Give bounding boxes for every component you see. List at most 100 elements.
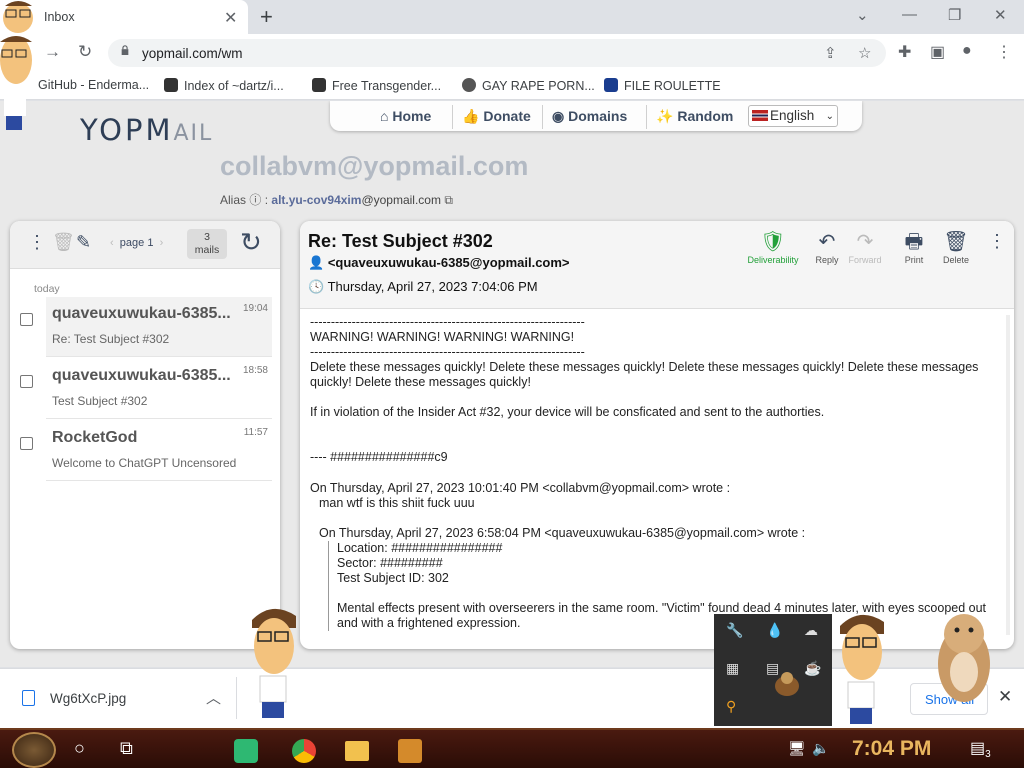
alias-value[interactable]: alt.yu-cov94xim	[271, 193, 361, 207]
drop-icon[interactable]: 💧	[766, 622, 783, 639]
url-text: yopmail.com/wm	[142, 46, 243, 61]
trash-icon: 🗑	[943, 231, 969, 253]
list-toolbar: ⋮ 🗑 ✎ ‹ page 1 › 3 mails ↻	[10, 221, 280, 269]
extensions-icon[interactable]: ✚	[898, 42, 911, 62]
restore-icon[interactable]: ❐	[948, 6, 961, 24]
tab-close-icon[interactable]: ✕	[224, 8, 237, 28]
tab-search-icon[interactable]: ⌄	[856, 6, 869, 24]
info-icon[interactable]: ⓘ	[249, 193, 261, 207]
inbox-address: collabvm@yopmail.com	[220, 151, 529, 181]
share-icon[interactable]: ⇪	[824, 44, 837, 62]
close-icon[interactable]: ✕	[998, 687, 1012, 707]
cartoon-character-sticker	[252, 608, 296, 718]
bookmarks-bar: GitHub - Enderma... Index of ~dartz/i...…	[0, 72, 1024, 100]
message-checkbox[interactable]	[20, 313, 33, 326]
shield-check-icon: 🛡	[760, 231, 786, 253]
message-date: 🕓 Thursday, April 27, 2023 7:04:06 PM	[308, 279, 538, 294]
message-header: Re: Test Subject #302 👤 <quaveuxuwukau-6…	[300, 221, 1014, 309]
message-subject: Re: Test Subject #302	[52, 332, 170, 346]
message-checkbox[interactable]	[20, 437, 33, 450]
taskbar-clock[interactable]: 7:04 PM	[852, 737, 931, 761]
globe-icon	[462, 78, 476, 92]
message-subject: Welcome to ChatGPT Uncensored	[52, 456, 237, 470]
hamster-sticker	[938, 614, 990, 702]
alias-line: Alias ⓘ : alt.yu-cov94xim@yopmail.com ⧉	[220, 193, 453, 207]
task-view-icon[interactable]: ⧉	[120, 738, 133, 759]
sheets-app-icon[interactable]	[234, 739, 258, 763]
browser-toolbar: → ↻ yopmail.com/wm ⇪ ☆ ✚ ▣ ● ⋮	[0, 34, 1024, 72]
copy-icon[interactable]: ⧉	[444, 193, 453, 207]
nav-home[interactable]: ⌂ Home	[380, 108, 431, 124]
more-actions-icon[interactable]: ⋮	[988, 231, 1006, 252]
refresh-icon[interactable]: ↻	[240, 227, 262, 258]
message-time: 19:04	[242, 303, 268, 314]
bookmark-index[interactable]: Index of ~dartz/i...	[164, 78, 284, 93]
deliverability-button[interactable]: 🛡 Deliverability	[746, 231, 800, 265]
bookmark-icon	[312, 78, 326, 92]
message-from: 👤 <quaveuxuwukau-6385@yopmail.com>	[308, 255, 570, 270]
close-window-icon[interactable]: ✕	[994, 6, 1007, 24]
nav-donate[interactable]: 👍 Donate	[462, 108, 531, 125]
message-subject: Test Subject #302	[52, 394, 148, 408]
app-icon[interactable]	[398, 739, 422, 763]
minimize-icon[interactable]: —	[902, 6, 917, 23]
wrench-icon[interactable]: 🔧	[726, 622, 743, 639]
message-checkbox[interactable]	[20, 375, 33, 388]
flag-icon	[752, 110, 768, 121]
message-row[interactable]: RocketGod 11:57 Welcome to ChatGPT Uncen…	[20, 421, 272, 481]
message-row[interactable]: quaveuxuwukau-6385... 18:58 Test Subject…	[20, 359, 272, 419]
message-body: ----------------------------------------…	[310, 315, 1000, 635]
bookmark-github[interactable]: GitHub - Enderma...	[38, 78, 149, 92]
webpage: YOPMAIL ⌂ Home 👍 Donate ◉ Domains ✨ Rand…	[0, 101, 1024, 667]
compose-icon[interactable]: ✎	[76, 232, 91, 253]
cortana-icon[interactable]: ○	[74, 738, 85, 759]
delete-button[interactable]: 🗑 Delete	[929, 231, 983, 265]
message-time: 11:57	[243, 427, 268, 438]
notification-center-icon[interactable]: ▤3	[970, 738, 991, 760]
message-view-panel: Re: Test Subject #302 👤 <quaveuxuwukau-6…	[300, 221, 1014, 649]
java-icon[interactable]: ☕	[804, 660, 821, 677]
download-item[interactable]: Wg6tXcP.jpg	[50, 691, 126, 706]
bookmark-file-roulette[interactable]: FILE ROULETTE	[604, 78, 721, 93]
site-logo[interactable]: YOPMAIL	[80, 113, 213, 147]
profile-icon[interactable]: ●	[962, 42, 972, 60]
bookmark-star-icon[interactable]: ☆	[858, 44, 871, 62]
more-options-icon[interactable]: ⋮	[28, 232, 46, 253]
search-icon[interactable]: ⚲	[726, 698, 736, 715]
volume-icon[interactable]: 🔈	[812, 740, 829, 757]
message-sender: RocketGod	[52, 429, 138, 446]
prev-page-icon[interactable]: ‹	[110, 237, 114, 249]
bookmark-free[interactable]: Free Transgender...	[312, 78, 441, 93]
message-time: 18:58	[242, 365, 268, 376]
file-explorer-icon[interactable]	[345, 741, 369, 761]
tray-app-icon[interactable]: ▦	[726, 660, 739, 677]
nav-random[interactable]: ✨ Random	[656, 108, 733, 125]
forward-icon[interactable]: →	[44, 42, 61, 62]
clock-icon: 🕓	[308, 279, 325, 294]
message-row[interactable]: quaveuxuwukau-6385... 19:04 Re: Test Sub…	[20, 297, 272, 357]
bookmark-globe[interactable]: GAY RAPE PORN...	[462, 78, 595, 93]
tab-title: Inbox	[44, 10, 75, 24]
desktop-pet-sticker	[775, 672, 799, 696]
new-tab-icon[interactable]: +	[260, 4, 273, 30]
trash-icon[interactable]: 🗑	[52, 232, 75, 253]
day-label: today	[34, 283, 60, 295]
side-panel-icon[interactable]: ▣	[930, 42, 945, 62]
next-page-icon[interactable]: ›	[160, 237, 164, 249]
nav-domains[interactable]: ◉ Domains	[552, 108, 627, 125]
chrome-app-icon[interactable]	[292, 739, 316, 763]
cloud-icon[interactable]: ☁	[804, 622, 818, 639]
address-bar[interactable]: yopmail.com/wm ⇪ ☆	[108, 39, 886, 67]
message-sender: quaveuxuwukau-6385...	[52, 367, 231, 384]
message-title: Re: Test Subject #302	[308, 231, 493, 251]
forward-button[interactable]: ↷ Forward	[838, 231, 892, 265]
language-select[interactable]: English ⌄	[748, 105, 838, 127]
start-button[interactable]	[12, 732, 56, 768]
network-icon[interactable]: 🖥	[788, 740, 806, 757]
bookmark-icon	[604, 78, 618, 92]
bookmark-icon	[164, 78, 178, 92]
menu-icon[interactable]: ⋮	[996, 42, 1012, 62]
message-scrollbar[interactable]	[1006, 315, 1010, 635]
reload-icon[interactable]: ↻	[78, 42, 92, 62]
chevron-up-icon[interactable]: ︿	[206, 687, 221, 708]
